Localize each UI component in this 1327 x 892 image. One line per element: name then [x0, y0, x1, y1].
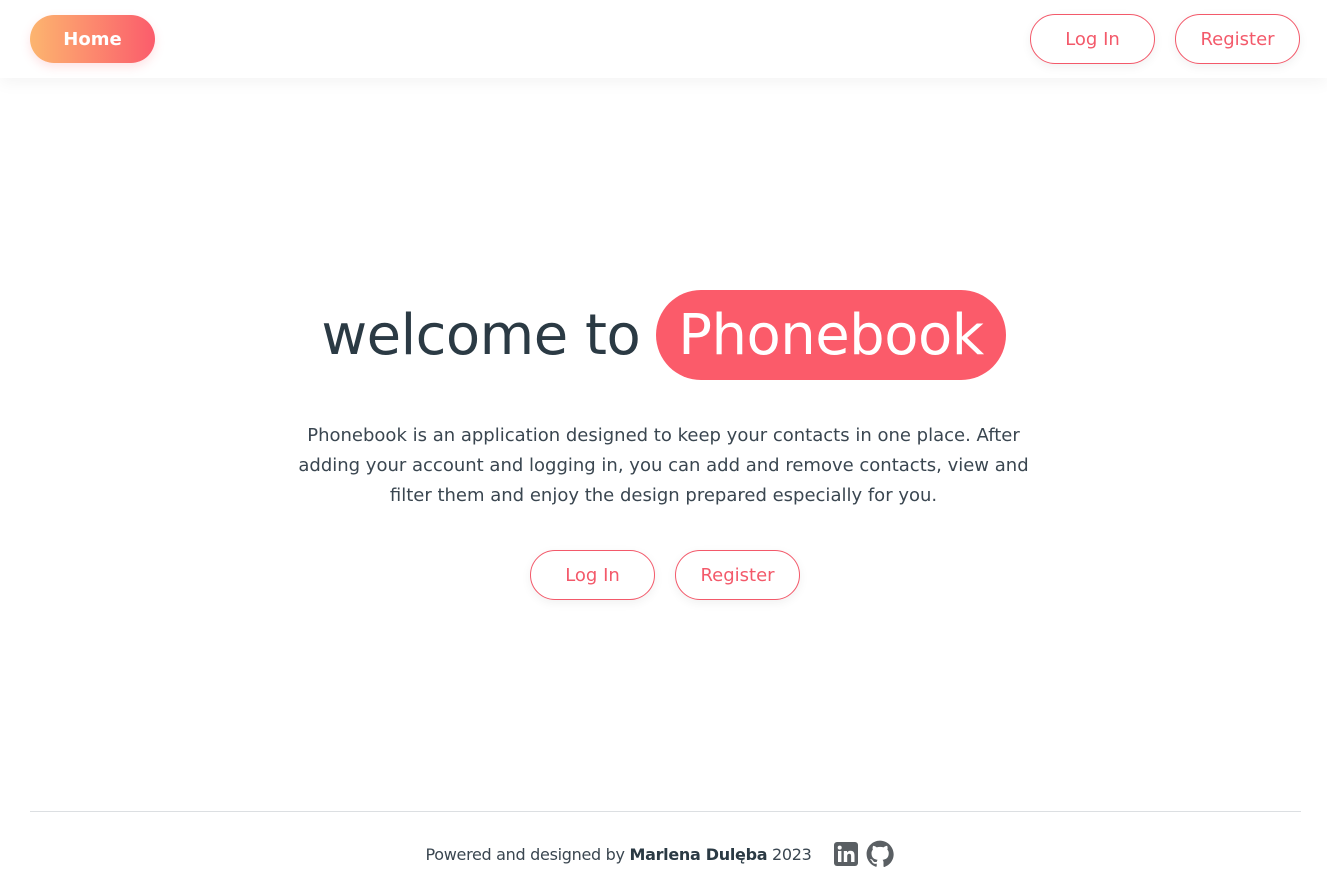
site-footer: Powered and designed by Marlena Dulęba 2…	[0, 836, 1327, 872]
footer-divider	[30, 811, 1301, 812]
linkedin-icon[interactable]	[833, 842, 858, 866]
hero-description: Phonebook is an application designed to …	[298, 425, 1029, 506]
header-login-button[interactable]: Log In	[1030, 14, 1155, 64]
footer-prefix: Powered and designed by	[425, 844, 630, 864]
footer-social-icons	[833, 840, 902, 868]
home-button[interactable]: Home	[30, 15, 155, 63]
footer-year: 2023	[767, 844, 812, 864]
hero-register-button[interactable]: Register	[675, 550, 800, 600]
brand-badge: Phonebook	[656, 290, 1006, 380]
site-header: Home Log In Register	[0, 0, 1327, 78]
github-icon[interactable]	[866, 840, 894, 868]
hero-title: welcome to Phonebook	[0, 290, 1327, 380]
header-register-button[interactable]: Register	[1175, 14, 1300, 64]
footer-credit: Powered and designed by Marlena Dulęba 2…	[425, 845, 811, 864]
welcome-text: welcome to	[321, 302, 641, 368]
hero-login-button[interactable]: Log In	[530, 550, 655, 600]
footer-author: Marlena Dulęba	[629, 844, 768, 864]
